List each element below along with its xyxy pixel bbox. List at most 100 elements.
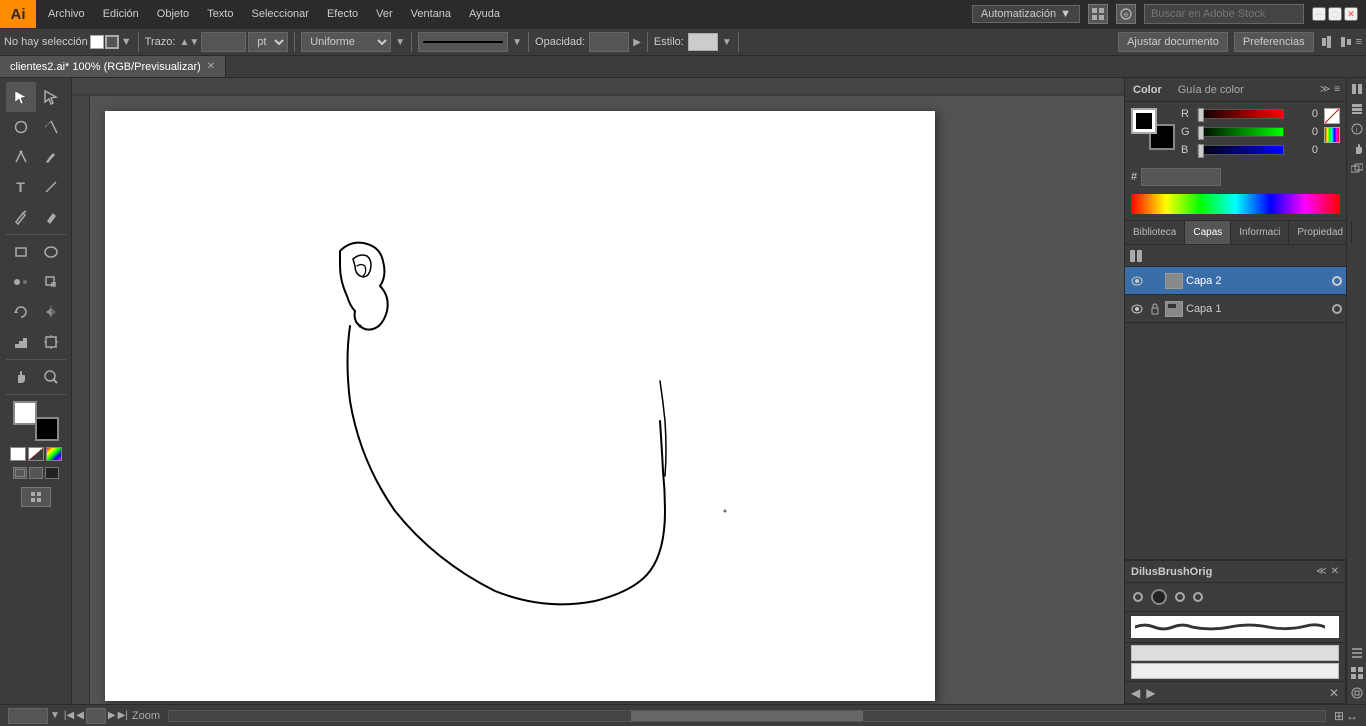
preferencias-button[interactable]: Preferencias [1234, 32, 1314, 52]
page-next-btn[interactable]: ▶ [108, 710, 116, 721]
hand-tool[interactable] [6, 362, 36, 392]
opacity-arrow[interactable]: ▶ [633, 37, 641, 48]
artboard-wrapper[interactable] [90, 96, 1124, 704]
maximize-button[interactable]: □ [1328, 7, 1342, 21]
panel-icon-2[interactable] [1350, 102, 1364, 116]
rotate-tool[interactable] [6, 297, 36, 327]
color-guide-title[interactable]: Guía de color [1170, 84, 1252, 96]
menu-efecto[interactable]: Efecto [319, 6, 366, 22]
blend-tool[interactable] [6, 267, 36, 297]
style-box[interactable] [688, 33, 718, 51]
close-button[interactable]: ✕ [1344, 7, 1358, 21]
h-scrollbar-thumb[interactable] [631, 711, 862, 721]
stroke-box[interactable] [105, 35, 119, 49]
color-panel-title[interactable]: Color [1125, 84, 1170, 96]
brush-collapse[interactable]: ≪ [1316, 566, 1326, 577]
panel-icon-3[interactable]: i [1350, 122, 1364, 136]
tab-capas[interactable]: Capas [1185, 221, 1231, 244]
panel-icon-5[interactable] [1350, 162, 1364, 176]
magic-wand-tool[interactable] [36, 112, 66, 142]
panel-icon-6[interactable] [1350, 646, 1364, 660]
trazo-down-arrow[interactable]: ▲▼ [179, 37, 199, 48]
layer1-lock[interactable] [1148, 302, 1162, 316]
menu-ayuda[interactable]: Ayuda [461, 6, 508, 22]
color-mode-none[interactable] [28, 447, 44, 461]
pen-tool[interactable] [6, 142, 36, 172]
icon-btn-1[interactable] [1088, 4, 1108, 24]
screen-mode-full[interactable] [29, 467, 43, 479]
page-prev-btn[interactable]: ◀ [76, 710, 84, 721]
page-first-btn[interactable]: |◀ [64, 710, 74, 721]
fg-swatch-panel[interactable] [1131, 108, 1157, 134]
b-slider-thumb[interactable] [1198, 144, 1204, 158]
tools-panel-btn[interactable] [21, 487, 51, 507]
layer2-visibility[interactable] [1129, 273, 1145, 289]
eraser-tool[interactable] [36, 202, 66, 232]
brush-add-btn[interactable]: ✕ [1329, 686, 1339, 700]
color-panel-menu[interactable]: ≡ [1334, 84, 1340, 95]
minimize-button[interactable]: ─ [1312, 7, 1326, 21]
brush-dot-1[interactable] [1133, 592, 1143, 602]
selection-tool[interactable] [6, 82, 36, 112]
pencil-tool[interactable] [6, 202, 36, 232]
layer1-target[interactable] [1332, 304, 1342, 314]
status-icon-2[interactable]: ↔ [1346, 709, 1358, 723]
g-slider-thumb[interactable] [1198, 126, 1204, 140]
layer-row-capa2[interactable]: Capa 2 [1125, 267, 1346, 295]
line-tool[interactable] [36, 172, 66, 202]
fill-box[interactable] [90, 35, 104, 49]
brush-next-btn[interactable]: ▶ [1146, 686, 1155, 700]
artboard-tool[interactable] [36, 327, 66, 357]
menu-edicion[interactable]: Edición [95, 6, 147, 22]
panel-icon-4[interactable] [1350, 142, 1364, 156]
hex-input[interactable]: 000000 [1141, 168, 1221, 186]
zoom-input[interactable]: 100% [8, 708, 48, 724]
menu-ventana[interactable]: Ventana [403, 6, 459, 22]
none-color-btn[interactable] [1324, 108, 1340, 124]
status-icon-1[interactable]: ⊞ [1334, 709, 1344, 723]
menu-ver[interactable]: Ver [368, 6, 401, 22]
brush-dot-4[interactable] [1193, 592, 1203, 602]
brush-tool[interactable] [36, 142, 66, 172]
panel-icon-8[interactable] [1350, 686, 1364, 700]
transform-tool[interactable] [36, 267, 66, 297]
document-tab[interactable]: clientes2.ai* 100% (RGB/Previsualizar) ✕ [0, 56, 226, 77]
mirror-tool[interactable] [36, 297, 66, 327]
toolbar-icon-2[interactable] [1338, 34, 1354, 50]
toolbar-icon-1[interactable] [1320, 34, 1336, 50]
fg-color-swatch[interactable] [13, 401, 37, 425]
doc-tab-close[interactable]: ✕ [207, 61, 215, 72]
ajustar-button[interactable]: Ajustar documento [1118, 32, 1228, 52]
color-mode-gradient[interactable] [46, 447, 62, 461]
swap-color-btn[interactable] [1324, 127, 1340, 143]
brush-dot-3[interactable] [1175, 592, 1185, 602]
color-panel-expand[interactable]: ≫ [1320, 84, 1330, 95]
menu-texto[interactable]: Texto [199, 6, 241, 22]
r-slider-thumb[interactable] [1198, 108, 1204, 122]
direct-selection-tool[interactable] [36, 82, 66, 112]
menu-objeto[interactable]: Objeto [149, 6, 197, 22]
brush-close[interactable]: ✕ [1331, 566, 1339, 577]
bg-color-swatch[interactable] [35, 417, 59, 441]
type-tool[interactable]: T [6, 172, 36, 202]
ellipse-tool[interactable] [36, 237, 66, 267]
layer1-visibility[interactable] [1129, 301, 1145, 317]
stroke-preview[interactable] [418, 32, 508, 52]
menu-seleccionar[interactable]: Seleccionar [243, 6, 316, 22]
zoom-menu-btn[interactable]: ▼ [50, 710, 60, 721]
trazo-unit-select[interactable]: pt [248, 32, 288, 52]
screen-mode-full-menu[interactable] [45, 467, 59, 479]
stroke-type-select[interactable]: Uniforme [301, 32, 391, 52]
color-mode-fill[interactable] [10, 447, 26, 461]
h-scrollbar-track[interactable] [168, 710, 1326, 722]
brush-dot-selected[interactable] [1151, 589, 1167, 605]
trazo-input[interactable]: 0,5 pt [201, 32, 246, 52]
panel-icon-7[interactable] [1350, 666, 1364, 680]
search-input[interactable] [1144, 4, 1304, 24]
tab-propiedad[interactable]: Propiedad [1289, 221, 1352, 244]
tab-informaci[interactable]: Informaci [1231, 221, 1289, 244]
opacity-input[interactable]: 100% [589, 32, 629, 52]
color-spectrum[interactable] [1131, 194, 1340, 214]
page-last-btn[interactable]: ▶| [118, 710, 128, 721]
icon-btn-2[interactable]: ⊕ [1116, 4, 1136, 24]
